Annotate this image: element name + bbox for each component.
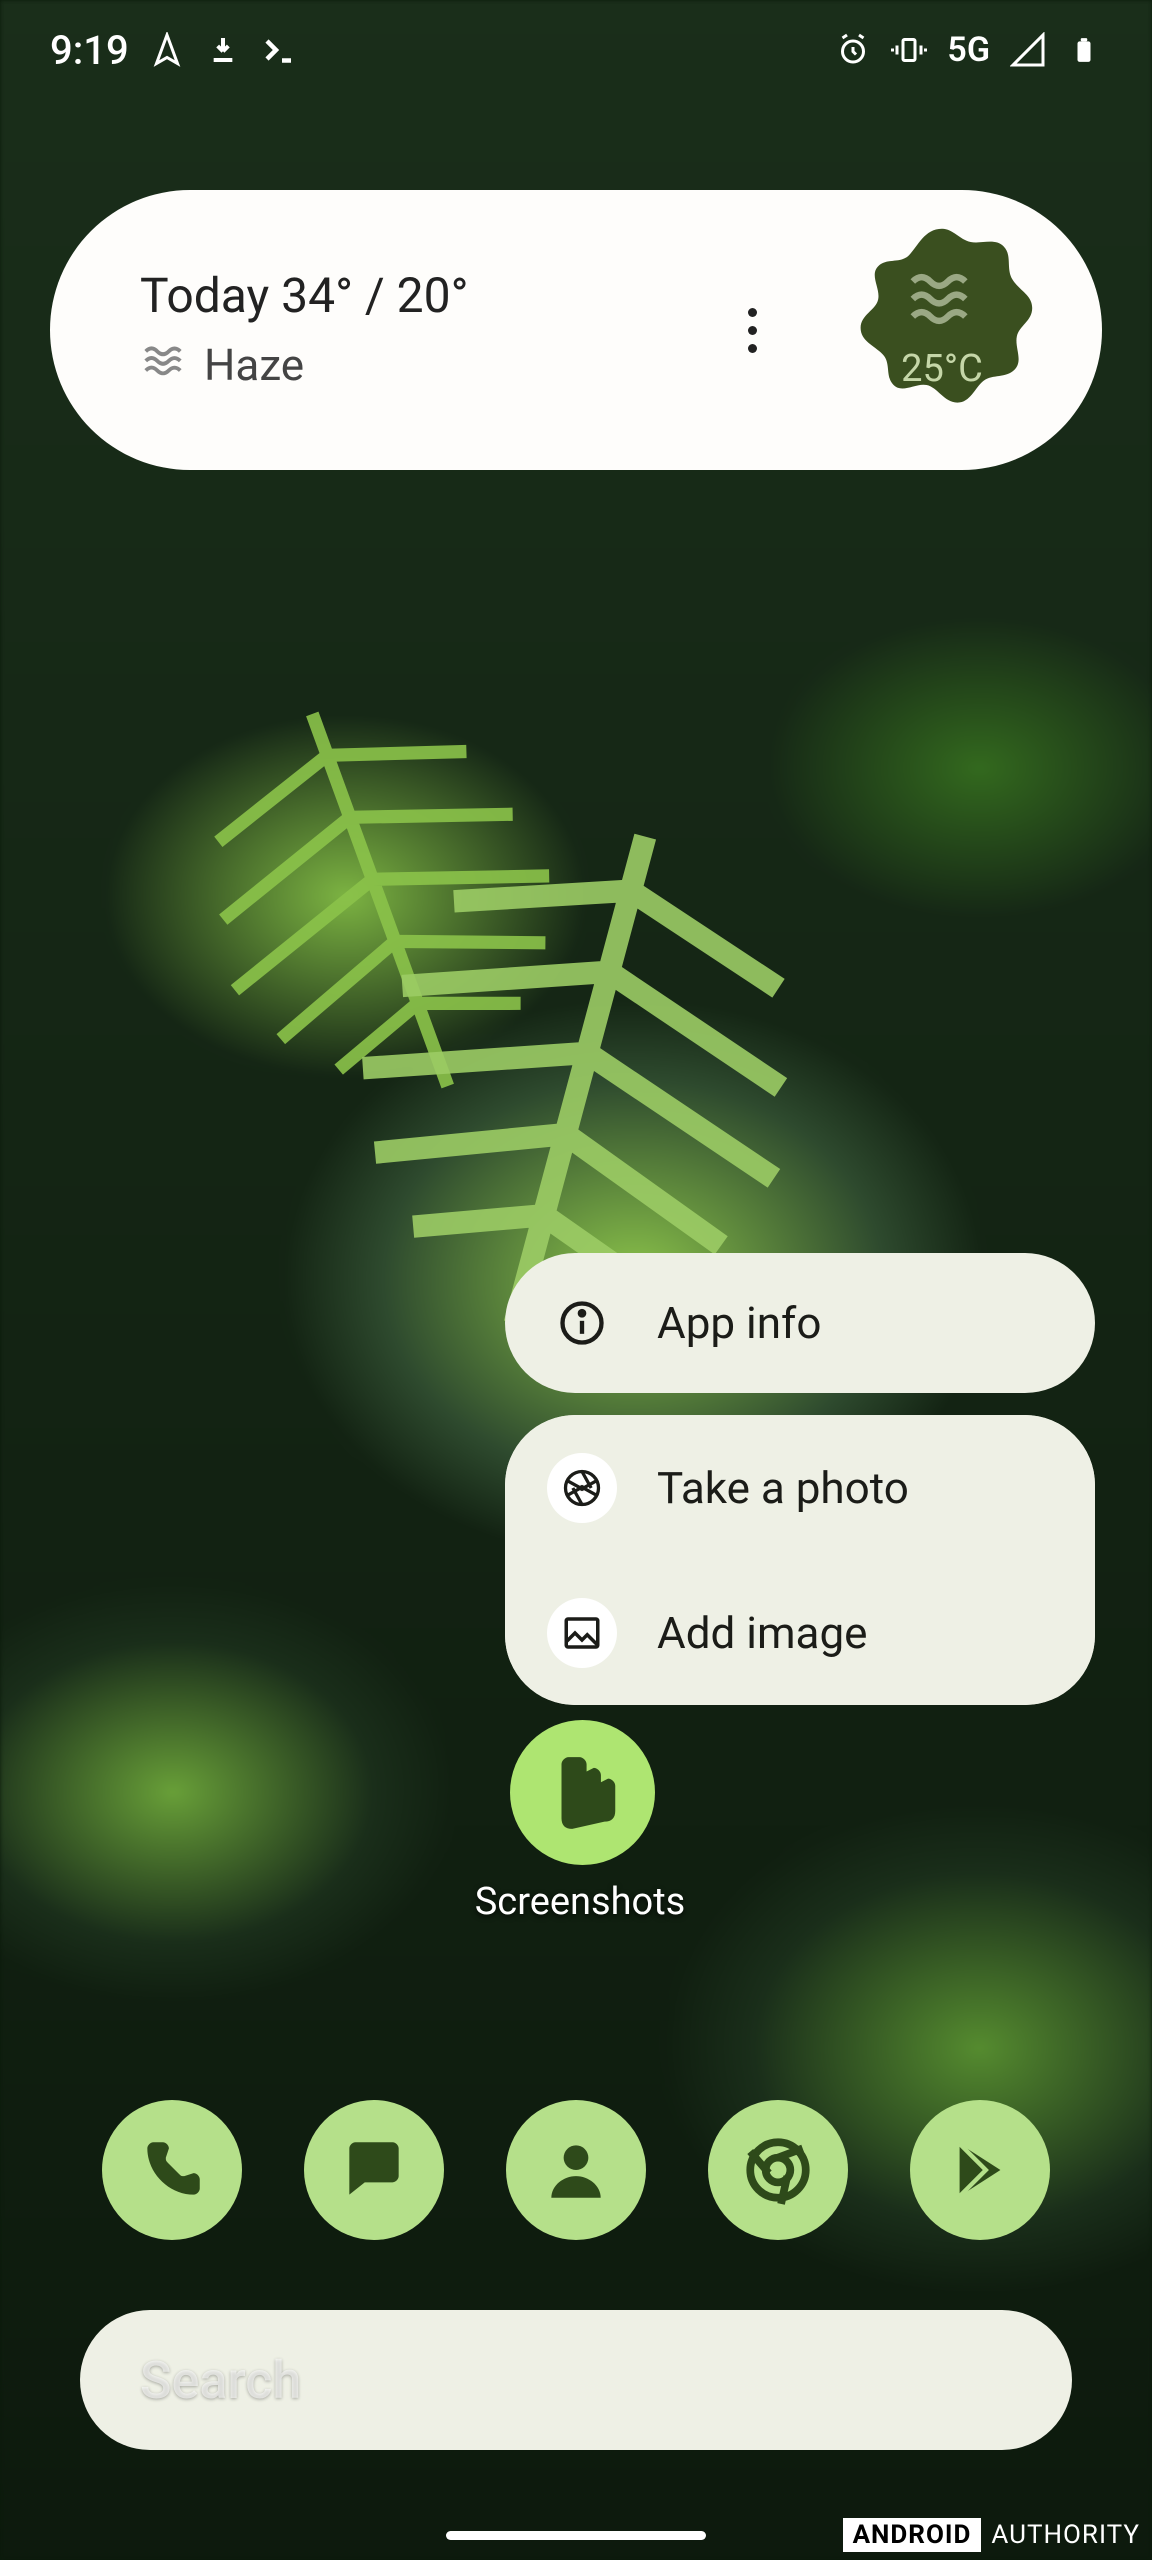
- weather-menu-button[interactable]: [732, 308, 772, 353]
- dock: [0, 2100, 1152, 2240]
- menu-label: App info: [657, 1297, 821, 1349]
- download-icon: [205, 32, 241, 68]
- network-label: 5G: [947, 30, 990, 70]
- status-clock: 9:19: [50, 27, 129, 74]
- app-label-screenshots: Screenshots: [440, 1880, 720, 1924]
- alarm-icon: [835, 32, 871, 68]
- vibrate-icon: [891, 32, 927, 68]
- dock-phone[interactable]: [102, 2100, 242, 2240]
- navigation-icon: [149, 32, 185, 68]
- menu-item-app-info[interactable]: App info: [505, 1253, 1095, 1393]
- app-context-menu: App info Take a photo Add image: [505, 1253, 1095, 1705]
- watermark: ANDROID AUTHORITY: [843, 2518, 1140, 2552]
- status-bar: 9:19 5G: [0, 0, 1152, 100]
- battery-icon: [1066, 32, 1102, 68]
- camera-shutter-icon: [547, 1453, 617, 1523]
- watermark-suffix: AUTHORITY: [991, 2520, 1140, 2550]
- weather-current-temp: 25°C: [901, 347, 983, 391]
- weather-condition: Haze: [204, 339, 304, 391]
- context-menu-pointer: [565, 1680, 597, 1702]
- search-placeholder: Search: [140, 2350, 301, 2411]
- haze-icon: [140, 336, 186, 393]
- signal-icon: [1010, 32, 1046, 68]
- menu-label: Add image: [657, 1607, 868, 1659]
- image-icon: [547, 1598, 617, 1668]
- terminal-icon: [261, 32, 297, 68]
- weather-temperature-badge[interactable]: 25°C: [832, 220, 1052, 440]
- app-icon-screenshots[interactable]: [510, 1720, 655, 1865]
- dock-messages[interactable]: [304, 2100, 444, 2240]
- haze-icon: [907, 269, 977, 333]
- weather-widget[interactable]: Today 34° / 20° Haze 25°C: [50, 190, 1102, 470]
- info-icon: [547, 1288, 617, 1358]
- weather-today-range: Today 34° / 20°: [140, 267, 732, 324]
- dock-chrome[interactable]: [708, 2100, 848, 2240]
- dock-contacts[interactable]: [506, 2100, 646, 2240]
- menu-label: Take a photo: [657, 1462, 909, 1514]
- gesture-nav-handle[interactable]: [446, 2531, 706, 2540]
- menu-item-take-photo[interactable]: Take a photo: [505, 1415, 1095, 1560]
- search-bar[interactable]: Search: [80, 2310, 1072, 2450]
- watermark-brand: ANDROID: [843, 2518, 982, 2552]
- dock-play-store[interactable]: [910, 2100, 1050, 2240]
